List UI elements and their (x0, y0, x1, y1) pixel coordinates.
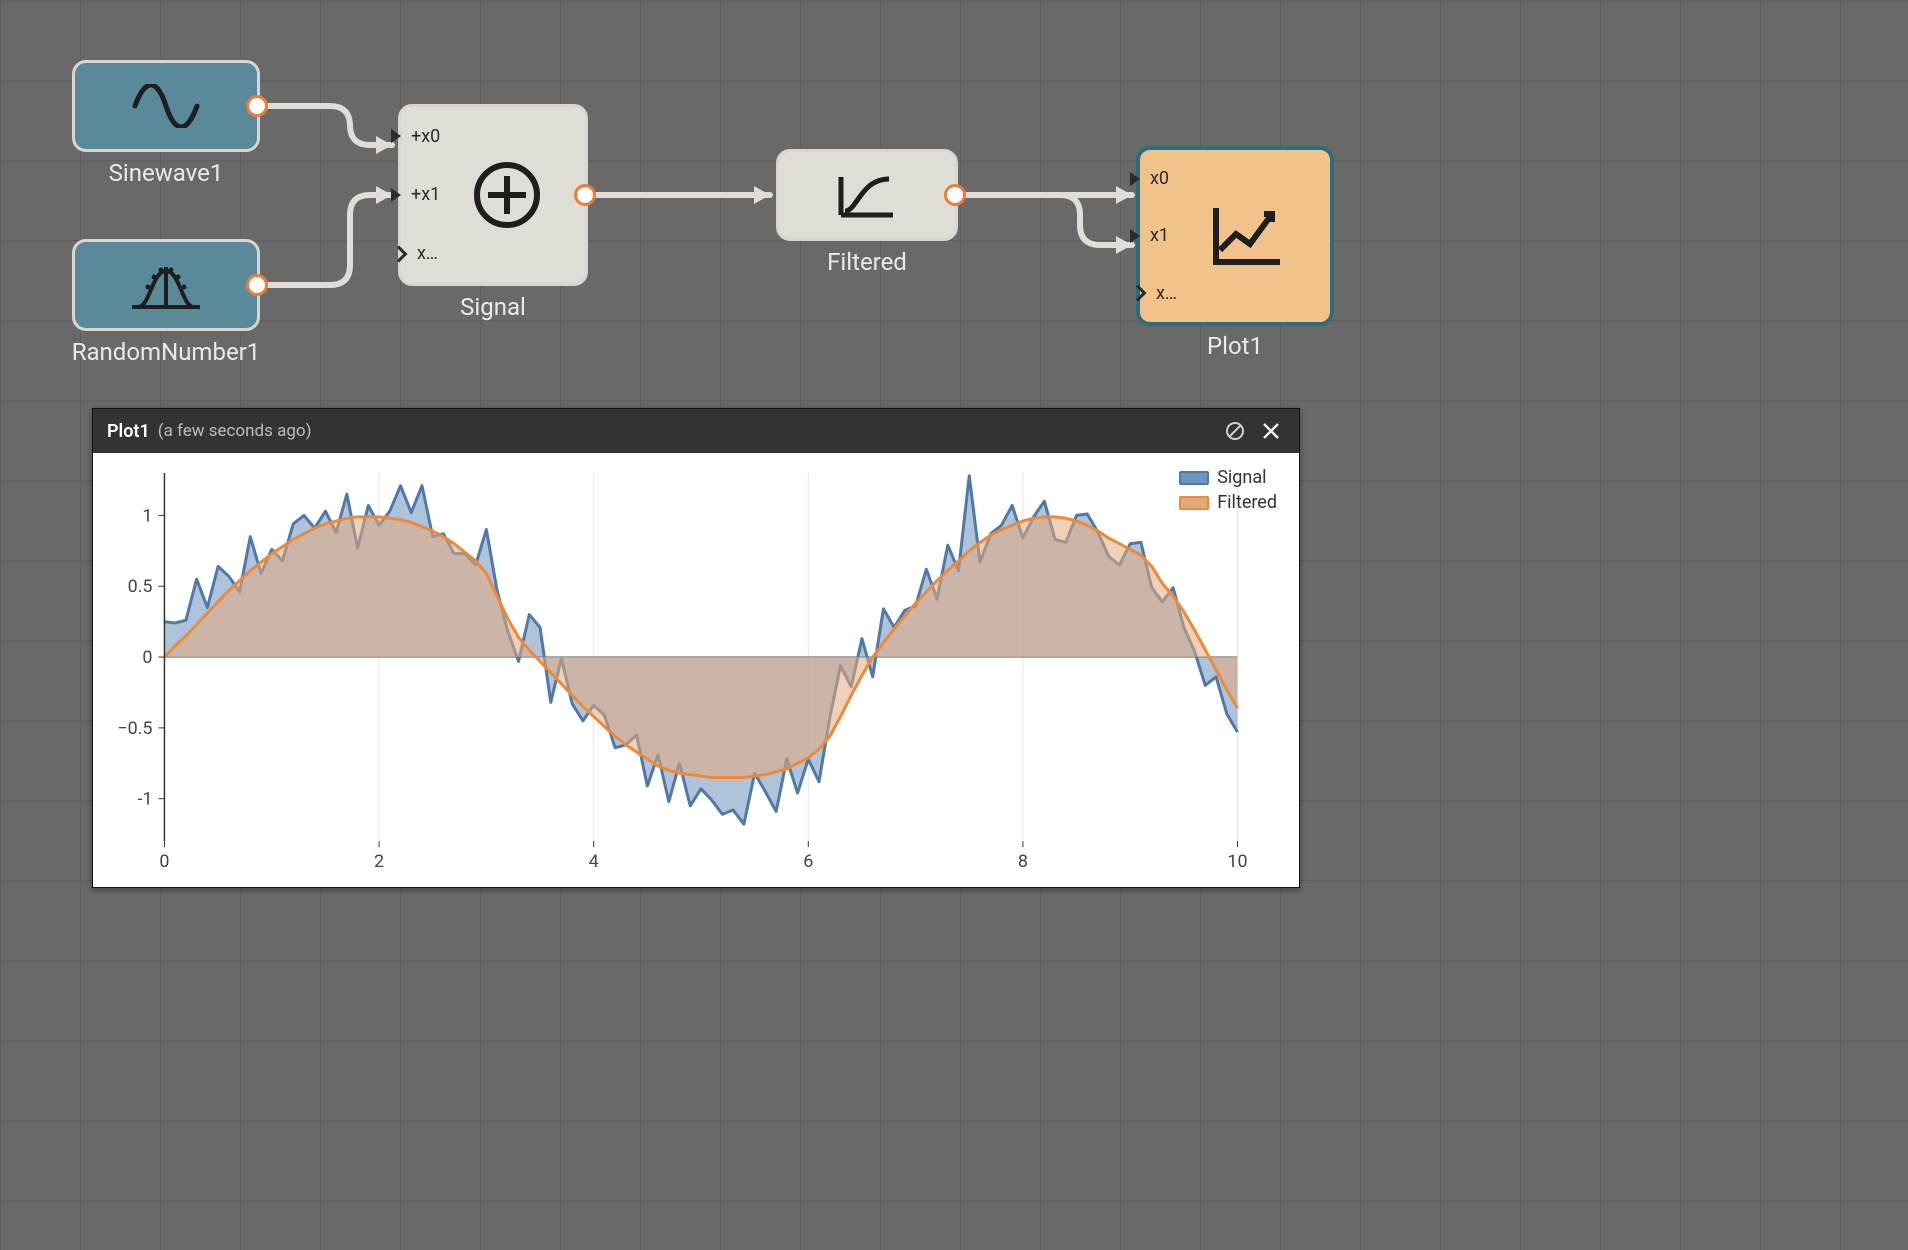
node-canvas[interactable]: Sinewave1 RandomNumber1 +x0 +x1 x… Signa… (0, 0, 1908, 1250)
svg-text:0: 0 (142, 647, 152, 668)
plot-body: -1−0.500.510246810 Signal Filtered (93, 453, 1299, 887)
port-label: x0 (1150, 168, 1169, 189)
node-label: Filtered (827, 248, 907, 276)
input-ports: +x0 +x1 x… (415, 107, 440, 283)
random-dist-icon (126, 257, 206, 313)
port-label: +x1 (411, 184, 440, 205)
plot-panel-header[interactable]: Plot1 (a few seconds ago) (93, 409, 1299, 453)
plot-panel-timestamp: (a few seconds ago) (158, 421, 312, 441)
node-signal[interactable]: +x0 +x1 x… Signal (398, 104, 588, 286)
svg-text:2: 2 (374, 851, 384, 872)
svg-text:−0.5: −0.5 (117, 718, 152, 739)
line-chart-icon (1206, 200, 1288, 272)
svg-text:6: 6 (803, 851, 813, 872)
output-port[interactable] (246, 95, 268, 117)
port-label: x… (417, 243, 438, 264)
legend-label: Filtered (1217, 492, 1277, 513)
output-port[interactable] (246, 274, 268, 296)
svg-text:0: 0 (159, 851, 169, 872)
chart-legend: Signal Filtered (1179, 467, 1277, 517)
port-label: x1 (1150, 225, 1169, 246)
sine-icon (131, 84, 201, 128)
svg-text:0.5: 0.5 (128, 576, 153, 597)
input-ports: x0 x1 x… (1154, 150, 1177, 322)
disable-icon[interactable] (1221, 417, 1249, 445)
node-label: Plot1 (1207, 332, 1263, 360)
svg-text:8: 8 (1018, 851, 1028, 872)
node-filtered[interactable]: Filtered (776, 149, 958, 241)
svg-text:10: 10 (1227, 851, 1247, 872)
node-label: RandomNumber1 (72, 338, 261, 366)
output-port[interactable] (944, 184, 966, 206)
svg-text:-1: -1 (137, 789, 152, 810)
node-sinewave1[interactable]: Sinewave1 (72, 60, 260, 152)
port-label: +x0 (411, 126, 440, 147)
svg-text:4: 4 (589, 851, 599, 872)
plus-circle-icon (470, 158, 544, 232)
svg-text:1: 1 (142, 505, 152, 526)
node-label: Signal (460, 293, 526, 321)
node-randomnumber1[interactable]: RandomNumber1 (72, 239, 260, 331)
chart: -1−0.500.510246810 (93, 453, 1299, 887)
plot-panel-title: Plot1 (107, 421, 150, 442)
plot-panel[interactable]: Plot1 (a few seconds ago) -1−0.500.51024… (92, 408, 1300, 888)
lowpass-icon (831, 167, 903, 223)
legend-label: Signal (1217, 467, 1266, 488)
node-label: Sinewave1 (109, 159, 224, 187)
close-icon[interactable] (1257, 417, 1285, 445)
port-label: x… (1156, 283, 1177, 304)
node-plot1[interactable]: x0 x1 x… Plot1 (1136, 146, 1334, 326)
output-port[interactable] (574, 184, 596, 206)
